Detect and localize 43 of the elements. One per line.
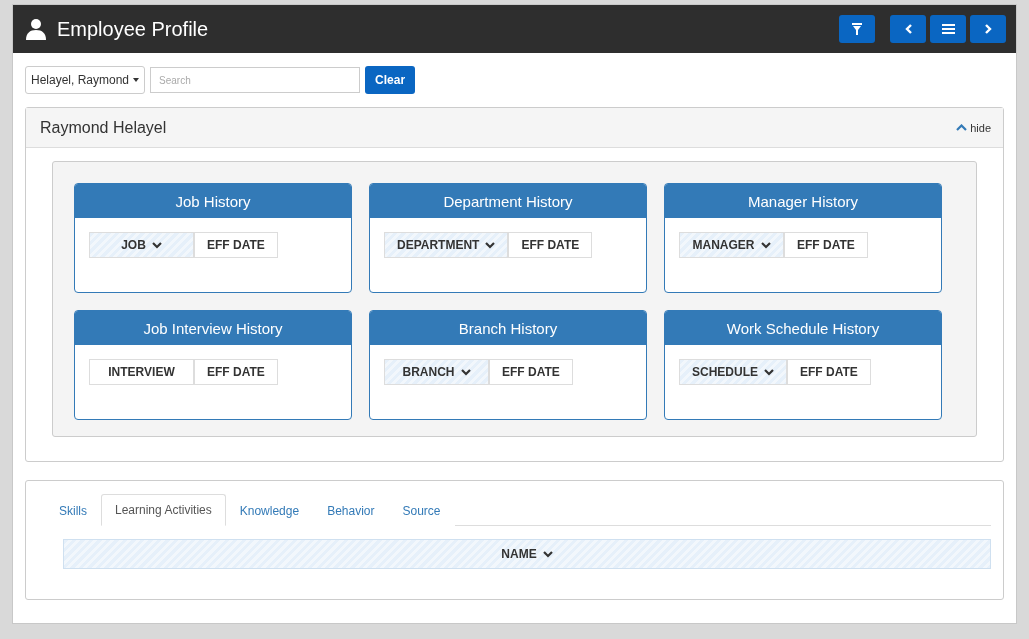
chevron-down-icon [764, 368, 774, 376]
list-icon [941, 24, 955, 34]
column-header[interactable]: EFF DATE [489, 359, 573, 385]
chevron-down-icon [760, 241, 771, 249]
card-title: Job Interview History [75, 311, 351, 345]
chevron-down-icon [485, 241, 496, 249]
caret-icon [133, 78, 140, 82]
clear-button[interactable]: Clear [365, 66, 416, 94]
filter-button[interactable] [839, 15, 875, 43]
column-header[interactable]: DEPARTMENT [384, 232, 509, 258]
window-title: Employee Profile [57, 17, 209, 41]
column-header[interactable]: MANAGER [679, 232, 784, 258]
column-header[interactable]: NAME [63, 539, 991, 569]
person-icon [25, 18, 47, 40]
previous-button[interactable] [890, 15, 926, 43]
next-button[interactable] [970, 15, 1006, 43]
list-button[interactable] [930, 15, 966, 43]
card-title: Manager History [665, 184, 941, 218]
chevron-left-icon [904, 24, 912, 34]
card-title: Department History [370, 184, 646, 218]
chevron-down-icon [460, 368, 471, 376]
chevron-up-icon [956, 124, 968, 131]
card-title: Work Schedule History [665, 311, 941, 345]
search-field[interactable]: Search [150, 67, 361, 93]
column-header[interactable]: INTERVIEW [89, 359, 194, 385]
column-header[interactable]: EFF DATE [508, 232, 593, 258]
tab[interactable]: Learning Activities [101, 494, 226, 526]
employee-select[interactable]: Helayel, Raymond [25, 66, 146, 94]
chevron-right-icon [984, 24, 992, 34]
column-header[interactable]: EFF DATE [784, 232, 868, 258]
column-header[interactable]: BRANCH [384, 359, 489, 385]
column-header[interactable]: SCHEDULE [679, 359, 787, 385]
column-header[interactable]: JOB [89, 232, 194, 258]
filter-icon [852, 23, 862, 35]
card-title: Job History [75, 184, 351, 218]
hide-toggle[interactable]: hide [956, 121, 991, 134]
column-header[interactable]: EFF DATE [194, 359, 278, 385]
chevron-down-icon [151, 241, 162, 249]
card-title: Branch History [370, 311, 646, 345]
column-header[interactable]: EFF DATE [787, 359, 871, 385]
column-header[interactable]: EFF DATE [194, 232, 278, 258]
employee-name: Raymond Helayel [40, 118, 167, 137]
chevron-down-icon [542, 550, 553, 558]
